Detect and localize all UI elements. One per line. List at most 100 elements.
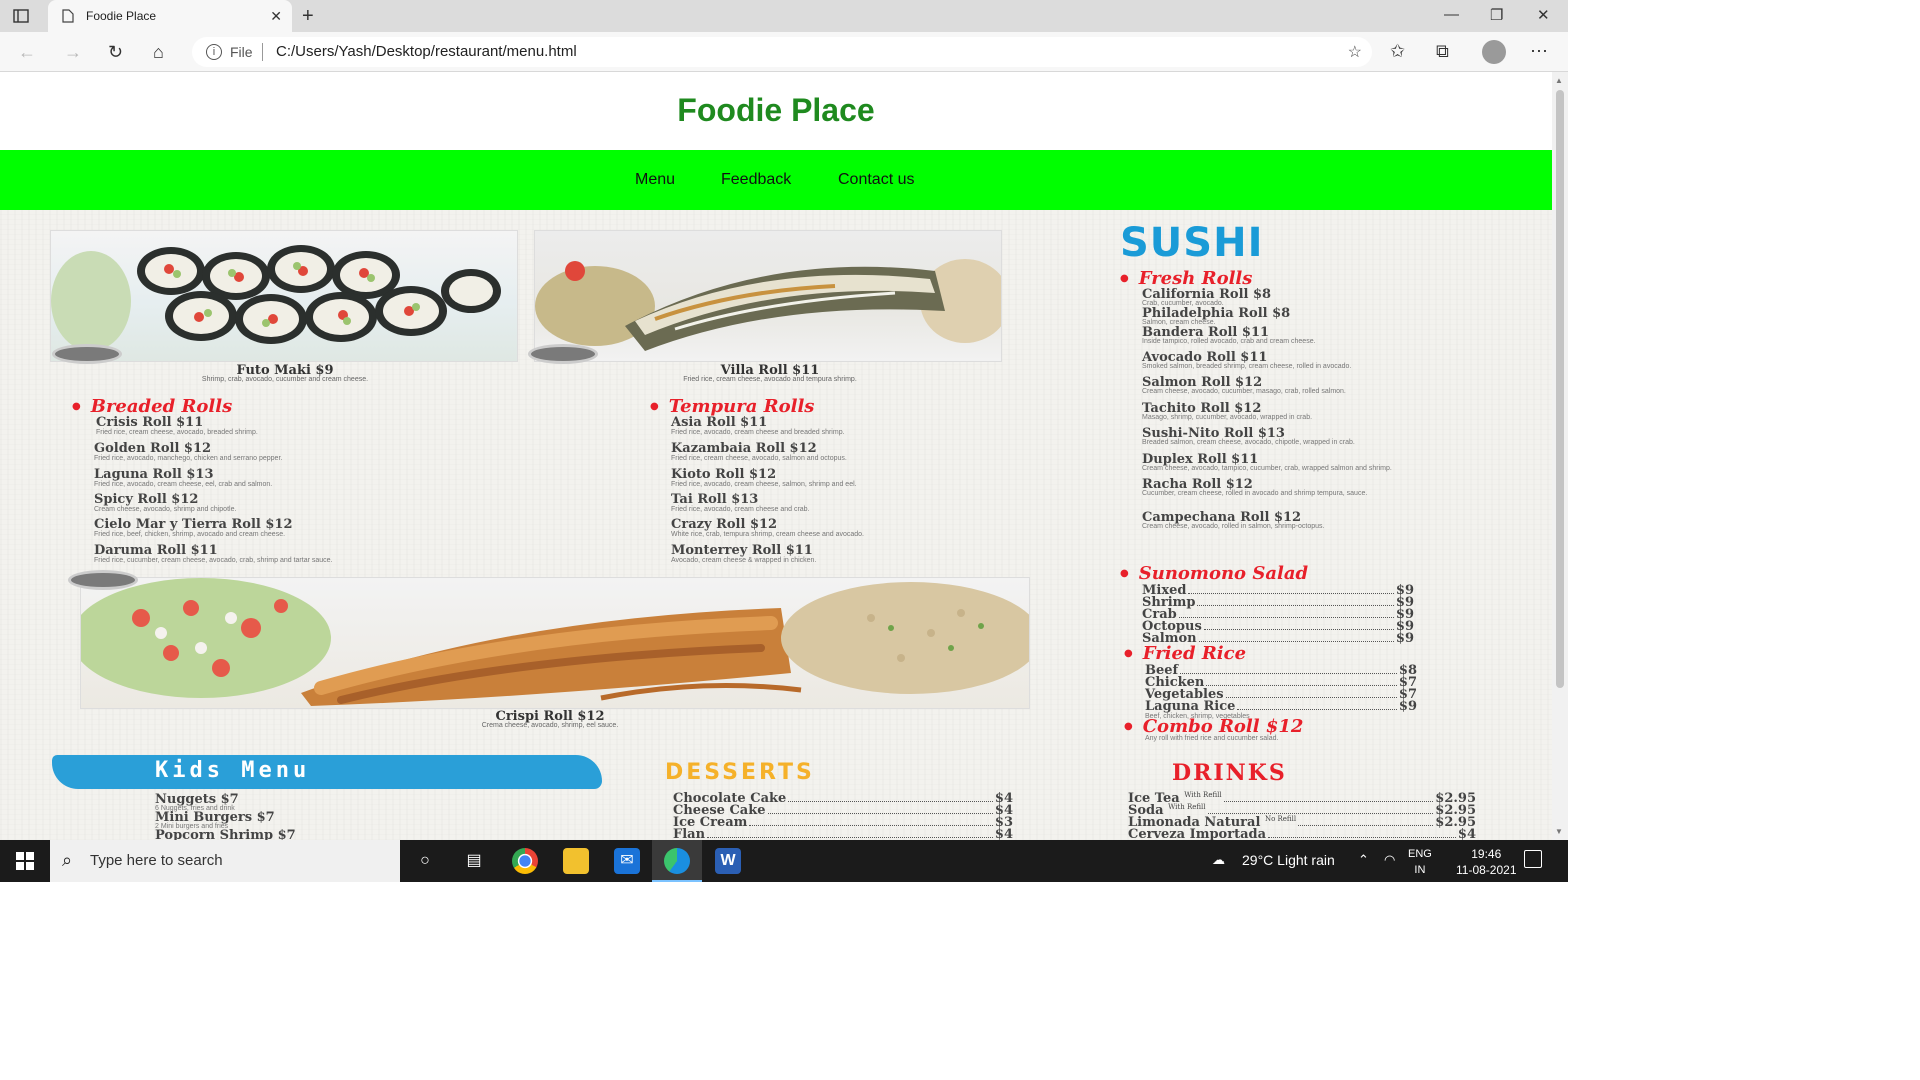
- nav-feedback[interactable]: Feedback: [721, 171, 791, 189]
- new-tab-button[interactable]: +: [302, 5, 314, 28]
- menu-item-name: Kioto Roll $12: [671, 467, 777, 482]
- collections-icon[interactable]: ⧉: [1436, 41, 1449, 62]
- more-icon[interactable]: ⋯: [1530, 41, 1548, 62]
- menu-item-desc: Cucumber, cream cheese, rolled in avocad…: [1142, 490, 1368, 497]
- tab-strip: Foodie Place ✕ + — ❐ ✕: [0, 0, 1568, 32]
- menu-item-name: Asia Roll $11: [671, 415, 768, 430]
- task-view-icon[interactable]: ▤: [461, 848, 487, 874]
- menu-item-name: Crisis Roll $11: [96, 415, 204, 430]
- nav-menu[interactable]: Menu: [635, 171, 675, 189]
- kids-menu-heading: Kids Menu: [155, 758, 311, 783]
- url-field[interactable]: i File C:/Users/Yash/Desktop/restaurant/…: [192, 37, 1372, 67]
- tab-actions-icon[interactable]: [12, 7, 30, 25]
- menu-item-name: Spicy Roll $12: [94, 492, 199, 507]
- favorites-icon[interactable]: ✩: [1390, 41, 1405, 62]
- menu-item-name: Tai Roll $13: [671, 492, 759, 507]
- menu-item-name: Popcorn Shrimp $7: [155, 828, 296, 840]
- sushi-heading: SUSHI: [1120, 220, 1264, 266]
- menu-item-desc: Fried rice, cucumber, cream cheese, avoc…: [94, 557, 333, 564]
- word-icon[interactable]: W: [715, 848, 741, 874]
- menu-item-desc: Fried rice, avocado, cream cheese, eel, …: [94, 481, 273, 488]
- back-icon[interactable]: ←: [18, 42, 36, 63]
- menu-item-name: Laguna Roll $13: [94, 467, 214, 482]
- dish-desc: Fried rice, cream cheese, avocado and te…: [683, 376, 857, 383]
- combo-desc: Any roll with fried rice and cucumber sa…: [1145, 735, 1279, 742]
- info-icon[interactable]: i: [206, 44, 222, 60]
- home-icon[interactable]: ⌂: [153, 42, 164, 63]
- menu-item-desc: Cream cheese, avocado, shrimp and chipot…: [94, 506, 237, 513]
- menu-item-name: Monterrey Roll $11: [671, 543, 813, 558]
- profile-avatar[interactable]: [1482, 40, 1506, 64]
- section-combo-roll: Combo Roll $12: [1124, 716, 1304, 737]
- reload-icon[interactable]: ↻: [108, 42, 123, 63]
- menu-item-desc: Cream cheese, avocado, cucumber, masago,…: [1142, 388, 1346, 395]
- url-text[interactable]: C:/Users/Yash/Desktop/restaurant/menu.ht…: [276, 43, 577, 60]
- menu-image: Futo Maki $9 Shrimp, crab, avocado, cucu…: [0, 210, 1552, 840]
- menu-item-name: Daruma Roll $11: [94, 543, 218, 558]
- notification-icon[interactable]: [1524, 850, 1542, 868]
- villa-roll-photo: [534, 230, 1002, 362]
- menu-item-name: Crazy Roll $12: [671, 517, 778, 532]
- wifi-icon[interactable]: ◠: [1384, 852, 1395, 868]
- taskbar-search[interactable]: ⌕ Type here to search: [50, 840, 400, 882]
- tab-title: Foodie Place: [86, 9, 157, 23]
- address-bar: ← → ↻ ⌂ i File C:/Users/Yash/Desktop/res…: [0, 32, 1568, 72]
- section-breaded-rolls: Breaded Rolls: [72, 396, 232, 417]
- clock-badge-icon: [528, 344, 598, 364]
- taskbar: ⌕ Type here to search ○ ▤ ✉ W ☁ 29°C Lig…: [0, 840, 1568, 882]
- close-window-icon[interactable]: ✕: [1537, 6, 1550, 24]
- divider: [262, 43, 263, 61]
- menu-item-desc: Inside tampico, rolled avocado, crab and…: [1142, 338, 1316, 345]
- chrome-icon[interactable]: [512, 848, 538, 874]
- menu-item-desc: Cream cheese, avocado, rolled in salmon,…: [1142, 523, 1325, 530]
- page-scrollbar[interactable]: ▲ ▼: [1552, 72, 1568, 840]
- section-fresh-rolls: Fresh Rolls: [1120, 268, 1253, 289]
- dish-desc: Shrimp, crab, avocado, cucumber and crea…: [201, 376, 369, 383]
- clock[interactable]: 19:46 11-08-2021: [1456, 846, 1517, 878]
- scroll-up-icon[interactable]: ▲: [1555, 76, 1563, 85]
- weather-text[interactable]: 29°C Light rain: [1242, 852, 1335, 868]
- chevron-up-icon[interactable]: ⌃: [1358, 852, 1369, 868]
- scroll-thumb[interactable]: [1556, 90, 1564, 688]
- mail-icon[interactable]: ✉: [614, 848, 640, 874]
- kids-menu-banner: [52, 755, 602, 789]
- desserts-heading: DESSERTS: [665, 760, 815, 785]
- scroll-down-icon[interactable]: ▼: [1555, 827, 1563, 836]
- menu-item-desc: Avocado, cream cheese & wrapped in chick…: [671, 557, 817, 564]
- menu-item-desc: Cream cheese, avocado, tampico, cucumber…: [1142, 465, 1392, 472]
- price-row: Laguna Rice $9: [1145, 699, 1417, 714]
- menu-item-desc: Breaded salmon, cream cheese, avocado, c…: [1142, 439, 1355, 446]
- menu-item-desc: Fried rice, avocado, manchego, chicken a…: [94, 455, 283, 462]
- active-tab[interactable]: Foodie Place ✕: [48, 0, 292, 32]
- menu-item-name: Kazambaia Roll $12: [671, 441, 817, 456]
- page-icon: [62, 9, 74, 28]
- menu-item-desc: Smoked salmon, breaded shrimp, cream che…: [1142, 363, 1352, 370]
- menu-item-name: Cielo Mar y Tierra Roll $12: [94, 517, 293, 532]
- file-label: File: [230, 44, 253, 60]
- clock-badge-icon: [52, 344, 122, 364]
- menu-item-desc: Masago, shrimp, cucumber, avocado, wrapp…: [1142, 414, 1313, 421]
- search-icon: ⌕: [62, 850, 73, 870]
- restore-icon[interactable]: ❐: [1490, 6, 1503, 24]
- edge-icon[interactable]: [664, 848, 690, 874]
- language-indicator[interactable]: ENG IN: [1408, 846, 1432, 878]
- file-explorer-icon[interactable]: [563, 848, 589, 874]
- menu-item-desc: Fried rice, avocado, cream cheese and br…: [671, 429, 845, 436]
- futo-maki-photo: [50, 230, 518, 362]
- page-title: Foodie Place: [677, 92, 875, 128]
- windows-start-icon[interactable]: [16, 852, 34, 870]
- forward-icon[interactable]: →: [64, 42, 82, 63]
- menu-item-name: Golden Roll $12: [94, 441, 212, 456]
- drinks-heading: DRINKS: [1172, 760, 1287, 786]
- page-viewport: Foodie Place Menu Feedback Contact us Fu…: [0, 72, 1552, 840]
- menu-item-desc: Fried rice, avocado, cream cheese, salmo…: [671, 481, 857, 488]
- menu-item-desc: Fried rice, avocado, cream cheese and cr…: [671, 506, 810, 513]
- minimize-icon[interactable]: —: [1444, 6, 1459, 23]
- close-tab-icon[interactable]: ✕: [270, 8, 282, 25]
- add-favorite-icon[interactable]: ☆: [1348, 42, 1362, 62]
- cortana-icon[interactable]: ○: [412, 848, 438, 874]
- clock-badge-icon: [68, 570, 138, 590]
- section-sunomono-salad: Sunomono Salad: [1120, 563, 1308, 584]
- dish-desc: Crema cheese, avocado, shrimp, eel sauce…: [481, 722, 619, 729]
- nav-contact[interactable]: Contact us: [838, 171, 914, 189]
